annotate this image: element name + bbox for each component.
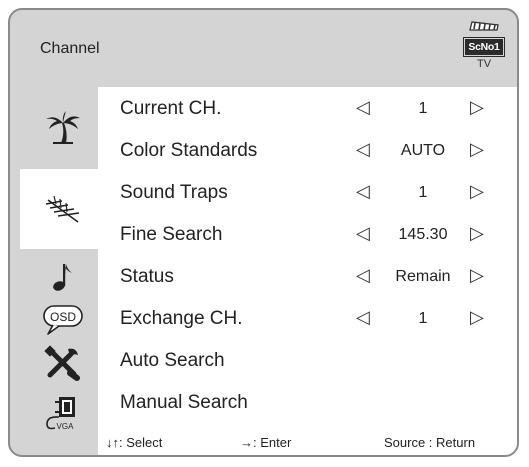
menu-row-exchange-ch[interactable]: Exchange CH. ◁ 1 ▷ — [98, 300, 517, 338]
row-label: Exchange CH. — [120, 308, 243, 329]
row-value: Remain — [395, 268, 451, 285]
tools-icon — [44, 345, 80, 381]
brand-logo: ScNo1 TV — [463, 19, 505, 79]
vga-icon: VGA — [46, 397, 75, 431]
return-hint: Source : Return — [384, 435, 476, 450]
decrease-arrow-icon[interactable]: ◁ — [356, 181, 370, 201]
decrease-arrow-icon[interactable]: ◁ — [356, 223, 370, 243]
row-value: 1 — [418, 100, 428, 117]
sidebar-item-channel[interactable] — [20, 169, 106, 249]
increase-arrow-icon[interactable]: ▷ — [470, 139, 484, 159]
row-label: Manual Search — [120, 392, 248, 413]
row-value: AUTO — [400, 142, 446, 159]
increase-arrow-icon[interactable]: ▷ — [470, 181, 484, 201]
sidebar-item-picture[interactable] — [20, 91, 106, 163]
decrease-arrow-icon[interactable]: ◁ — [356, 265, 370, 285]
row-label: Color Standards — [120, 140, 258, 161]
sidebar-item-sound[interactable] — [20, 257, 106, 297]
row-value: 1 — [418, 310, 428, 327]
increase-arrow-icon[interactable]: ▷ — [470, 307, 484, 327]
menu-row-status[interactable]: Status ◁ Remain ▷ — [98, 258, 517, 296]
menu-row-current-ch[interactable]: Current CH. ◁ 1 ▷ — [98, 90, 517, 128]
menu-row-auto-search[interactable]: Auto Search — [98, 342, 517, 380]
vga-label: VGA — [57, 422, 75, 431]
osd-icon: OSD — [43, 305, 83, 335]
osd-label: OSD — [50, 310, 76, 324]
select-hint: ↓↑: Select — [106, 435, 163, 450]
brand-subtitle: TV — [476, 58, 492, 70]
sidebar-item-settings[interactable] — [20, 341, 106, 385]
clapperboard-icon — [469, 21, 499, 31]
menu-row-sound-traps[interactable]: Sound Traps ◁ 1 ▷ — [98, 174, 517, 212]
decrease-arrow-icon[interactable]: ◁ — [356, 307, 370, 327]
row-label: Current CH. — [120, 98, 222, 119]
row-label: Sound Traps — [120, 182, 228, 203]
menu-row-color-standards[interactable]: Color Standards ◁ AUTO ▷ — [98, 132, 517, 170]
antenna-icon — [45, 195, 80, 223]
sidebar-item-vga[interactable]: VGA — [20, 391, 106, 435]
row-value: 1 — [418, 184, 428, 201]
brand-name: ScNo1 — [463, 37, 505, 57]
menu-title: Channel — [40, 40, 100, 57]
row-label: Fine Search — [120, 224, 223, 245]
sidebar-item-osd[interactable]: OSD — [20, 299, 106, 339]
palm-tree-icon — [46, 111, 80, 144]
key-hints-bar: ↓↑: Select →: Enter Source : Return — [98, 431, 517, 455]
increase-arrow-icon[interactable]: ▷ — [470, 265, 484, 285]
increase-arrow-icon[interactable]: ▷ — [470, 223, 484, 243]
row-label: Auto Search — [120, 350, 225, 371]
row-value: 145.30 — [398, 226, 448, 243]
menu-row-manual-search[interactable]: Manual Search — [98, 384, 517, 422]
increase-arrow-icon[interactable]: ▷ — [470, 97, 484, 117]
menu-row-fine-search[interactable]: Fine Search ◁ 145.30 ▷ — [98, 216, 517, 254]
channel-settings-panel: Current CH. ◁ 1 ▷ Color Standards ◁ AUTO… — [98, 87, 517, 455]
row-label: Status — [120, 266, 174, 287]
enter-hint: →: Enter — [240, 435, 292, 450]
decrease-arrow-icon[interactable]: ◁ — [356, 97, 370, 117]
music-note-icon — [53, 264, 72, 291]
decrease-arrow-icon[interactable]: ◁ — [356, 139, 370, 159]
tv-osd-window: Channel ScNo1 TV OSD VGA Current CH. ◁ 1… — [8, 8, 519, 457]
